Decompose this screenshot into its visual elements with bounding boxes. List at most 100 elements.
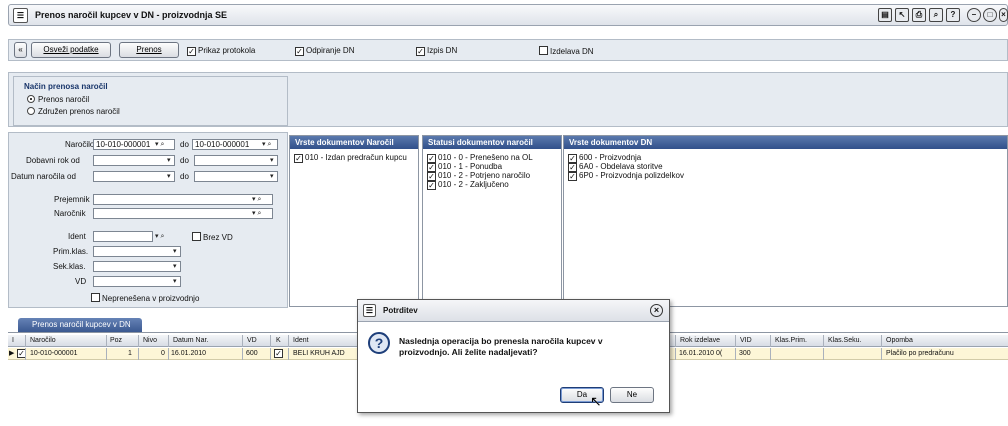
- chevron-down-icon[interactable]: ▾: [167, 172, 171, 180]
- action-toolbar: « Osveži podatke Prenos ✓ Prikaz protokol…: [8, 39, 1008, 61]
- col-vd[interactable]: VD: [247, 337, 257, 344]
- ident-search-icon[interactable]: ▾ ⌕: [155, 232, 164, 241]
- chevron-down-icon[interactable]: ▾: [173, 277, 177, 285]
- minimize-icon[interactable]: –: [967, 8, 981, 22]
- order-to-search-icon[interactable]: ▾ ⌕: [262, 140, 271, 149]
- confirm-dialog: ☰ Potrditev × ? Naslednja operacija bo p…: [357, 299, 670, 413]
- due-date-to[interactable]: [194, 155, 278, 166]
- transfer-button[interactable]: Prenos: [119, 42, 179, 58]
- doc-types-dn-heading: Vrste dokumentov DN: [564, 136, 1007, 149]
- prim-label: Prim.klas.: [53, 247, 89, 256]
- list-item[interactable]: ✓ 010 - Izdan predračun kupcu: [294, 153, 407, 163]
- document-icon[interactable]: ▤: [878, 8, 892, 22]
- show-protocol-checkbox[interactable]: ✓ Prikaz protokola: [187, 46, 255, 56]
- order-date-to-label: do: [180, 172, 189, 181]
- row-checkbox[interactable]: ✓: [17, 349, 28, 358]
- prim-field[interactable]: [93, 246, 181, 257]
- ident-label: Ident: [68, 232, 86, 241]
- due-to-label: do: [180, 156, 189, 165]
- transfer-mode-heading: Način prenosa naročil: [24, 82, 108, 91]
- doc-types-orders-heading: Vrste dokumentov Naročil: [290, 136, 418, 149]
- order-from-search-icon[interactable]: ▾ ⌕: [155, 140, 164, 149]
- order-label: Naročilo: [65, 140, 95, 149]
- help-icon[interactable]: ?: [946, 8, 960, 22]
- radio-merged-transfer[interactable]: Združen prenos naročil: [27, 107, 120, 116]
- list-icon[interactable]: ☰: [13, 8, 28, 23]
- cell-k-checkbox[interactable]: ✓: [274, 349, 285, 358]
- col-order[interactable]: Naročilo: [30, 337, 56, 344]
- cell-pos: 1: [128, 350, 132, 357]
- col-pos[interactable]: Poz: [110, 337, 122, 344]
- window-title: Prenos naročil kupcev v DN - proizvodnja…: [35, 10, 228, 20]
- cell-vd: 600: [246, 350, 258, 357]
- cell-due: 16.01.2010 0(: [679, 350, 723, 357]
- collapse-icon[interactable]: «: [14, 42, 27, 58]
- chevron-down-icon[interactable]: ▾: [173, 247, 177, 255]
- sek-field[interactable]: [93, 261, 181, 272]
- doc-types-orders-list: Vrste dokumentov Naročil ✓ 010 - Izdan pr…: [289, 135, 419, 307]
- chevron-down-icon[interactable]: ▾: [270, 172, 274, 180]
- cell-vid: 300: [739, 350, 751, 357]
- order-date-to[interactable]: [194, 171, 278, 182]
- ident-field[interactable]: [93, 231, 153, 242]
- maximize-icon[interactable]: □: [983, 8, 997, 22]
- mouse-cursor-icon: ↖: [590, 393, 602, 409]
- col-note[interactable]: Opomba: [886, 337, 913, 344]
- question-icon: ?: [368, 332, 390, 354]
- dialog-titlebar: ☰ Potrditev ×: [358, 300, 669, 322]
- refresh-button[interactable]: Osveži podatke: [31, 42, 111, 58]
- no-button[interactable]: Ne: [610, 387, 654, 403]
- cursor-icon[interactable]: ↖: [895, 8, 909, 22]
- recipient-field[interactable]: [93, 194, 273, 205]
- recipient-label: Prejemnik: [54, 195, 90, 204]
- vd-field[interactable]: [93, 276, 181, 287]
- row-pointer-icon: ▶: [9, 350, 15, 357]
- col-k[interactable]: K: [276, 337, 281, 344]
- customer-field[interactable]: [93, 208, 273, 219]
- chevron-down-icon[interactable]: ▾: [270, 156, 274, 164]
- open-dn-checkbox[interactable]: ✓ Odpiranje DN: [295, 46, 354, 56]
- cell-note: Plačilo po predračunu: [886, 350, 954, 357]
- col-vid[interactable]: VID: [740, 337, 752, 344]
- doc-types-dn-list: Vrste dokumentov DN ✓ 600 - Proizvodnja ✓…: [563, 135, 1008, 307]
- print-dn-checkbox[interactable]: ✓ Izpis DN: [416, 46, 457, 56]
- make-dn-checkbox[interactable]: Izdelava DN: [539, 46, 594, 56]
- list-item[interactable]: ✓ 6P0 - Proizvodnja polizdelkov: [568, 171, 684, 181]
- print-preview-icon[interactable]: ⌕: [929, 8, 943, 22]
- cell-ident: BELI KRUH AJD: [293, 350, 345, 357]
- radio-transfer-orders[interactable]: Prenos naročil: [27, 95, 89, 104]
- untransferred-checkbox[interactable]: Nepreneŝena v proizvodnjo: [91, 293, 199, 303]
- chevron-down-icon[interactable]: ▾: [173, 262, 177, 270]
- customer-search-icon[interactable]: ▾ ⌕: [252, 209, 261, 218]
- order-date-label: Datum naročila od: [11, 172, 76, 181]
- filter-panel: Naročilo 10-010-000001 ▾ ⌕ do 10-010-000…: [8, 132, 288, 308]
- window-titlebar: ☰ Prenos naročil kupcev v DN - proizvodn…: [8, 4, 1008, 26]
- col-sek[interactable]: Klas.Seku.: [828, 337, 861, 344]
- recipient-search-icon[interactable]: ▾ ⌕: [252, 195, 261, 204]
- col-i[interactable]: I: [12, 337, 14, 344]
- close-icon[interactable]: ×: [650, 304, 663, 317]
- print-icon[interactable]: ⎙: [912, 8, 926, 22]
- order-date-from[interactable]: [93, 171, 175, 182]
- close-icon[interactable]: ×: [999, 8, 1008, 22]
- col-due[interactable]: Rok izdelave: [680, 337, 720, 344]
- col-level[interactable]: Nivo: [143, 337, 157, 344]
- no-vd-checkbox[interactable]: Brez VD: [192, 232, 233, 242]
- col-ident[interactable]: Ident: [293, 337, 309, 344]
- cell-order: 10-010-000001: [30, 350, 78, 357]
- chevron-down-icon[interactable]: ▾: [167, 156, 171, 164]
- tab-transfer-orders[interactable]: Prenos naročil kupcev v DN: [18, 318, 142, 332]
- col-date[interactable]: Datum Nar.: [173, 337, 208, 344]
- due-date-label: Dobavni rok od: [26, 156, 80, 165]
- sek-label: Sek.klas.: [53, 262, 86, 271]
- due-date-from[interactable]: [93, 155, 175, 166]
- customer-label: Naročnik: [54, 209, 86, 218]
- order-statuses-heading: Statusi dokumentov naročil: [423, 136, 561, 149]
- order-to-label: do: [180, 140, 189, 149]
- col-prim[interactable]: Klas.Prim.: [775, 337, 807, 344]
- cell-date: 16.01.2010: [171, 350, 207, 357]
- order-statuses-list: Statusi dokumentov naročil ✓ 010 - 0 - Pr…: [422, 135, 562, 307]
- vd-label: VD: [75, 277, 87, 286]
- list-item[interactable]: ✓ 010 - 2 - Zaključeno: [427, 180, 509, 190]
- dialog-title: Potrditev: [383, 306, 418, 315]
